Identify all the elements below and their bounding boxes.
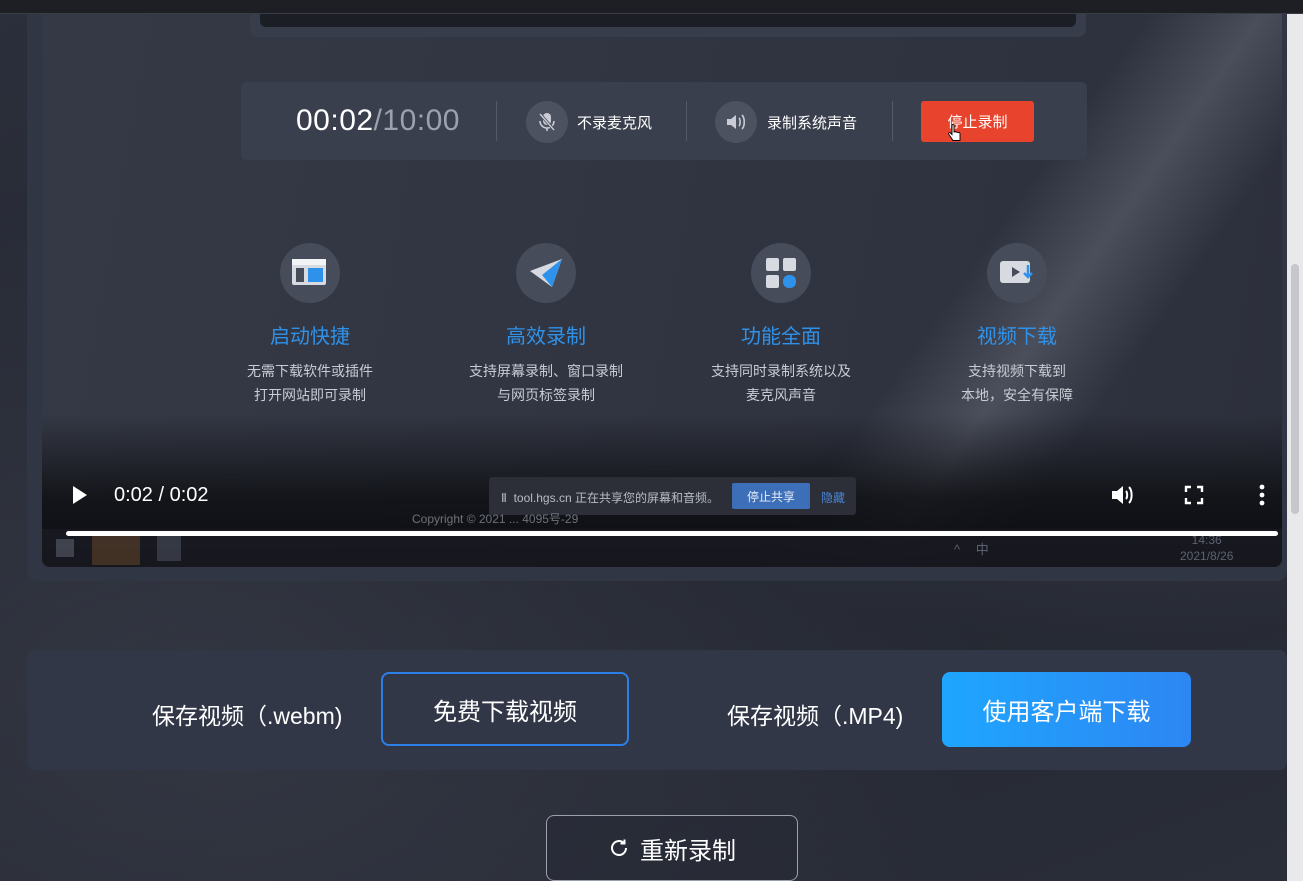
system-sound-label: 录制系统声音 — [767, 115, 858, 132]
hand-cursor-icon — [948, 124, 961, 141]
client-download-button[interactable]: 使用客户端下载 — [942, 672, 1191, 747]
grid-icon — [751, 243, 811, 303]
recorded-page-header — [250, 14, 1086, 37]
recording-toolbar: 00:02/10:00 不录麦克风 录制系统声音 停止录制 — [241, 82, 1087, 160]
recording-timer: 00:02/10:00 — [296, 104, 460, 138]
time-limit: /10:00 — [373, 104, 460, 137]
refresh-icon — [611, 839, 627, 856]
feature-title: 功能全面 — [741, 326, 821, 348]
feature-full-function: 功能全面 支持同时录制系统以及 麦克风声音 — [681, 243, 881, 407]
windows-start-icon — [56, 539, 74, 557]
feature-description: 支持视频下载到 本地，安全有保障 — [961, 363, 1073, 403]
save-mp4-label: 保存视频（.MP4) — [727, 703, 904, 729]
feature-title: 高效录制 — [506, 326, 586, 348]
feature-description: 无需下载软件或插件 打开网站即可录制 — [247, 363, 373, 403]
stop-recording-button[interactable]: 停止录制 — [921, 101, 1034, 142]
play-icon[interactable] — [70, 483, 90, 507]
divider — [892, 101, 893, 141]
feature-efficient-recording: 高效录制 支持屏幕录制、窗口录制 与网页标签录制 — [446, 243, 646, 407]
video-download-icon — [987, 243, 1047, 303]
feature-video-download: 视频下载 支持视频下载到 本地，安全有保障 — [917, 243, 1117, 407]
re-record-label: 重新录制 — [640, 837, 736, 865]
re-record-button[interactable]: 重新录制 — [546, 815, 798, 881]
free-download-button[interactable]: 免费下载视频 — [381, 672, 629, 746]
hide-link[interactable]: 隐藏 — [821, 489, 845, 506]
feature-description: 支持同时录制系统以及 麦克风声音 — [711, 363, 851, 403]
feature-title: 启动快捷 — [270, 326, 350, 348]
mic-label: 不录麦克风 — [577, 115, 653, 132]
divider — [496, 101, 497, 141]
taskbar-app-icon — [92, 531, 140, 565]
playback-progress-bar[interactable] — [66, 531, 1278, 536]
paper-plane-icon — [516, 243, 576, 303]
system-tray: ^ 中 — [954, 542, 995, 557]
feature-description: 支持屏幕录制、窗口录制 与网页标签录制 — [469, 363, 623, 403]
taskbar-app-icon — [157, 535, 181, 561]
stop-sharing-button[interactable]: 停止共享 — [732, 483, 810, 509]
save-panel: 保存视频（.webm) 免费下载视频 保存视频（.MP4) 使用客户端下载 — [27, 650, 1287, 770]
taskbar-clock: 14:36 2021/8/26 — [1180, 533, 1234, 563]
save-webm-label: 保存视频（.webm) — [152, 703, 343, 729]
mic-off-icon — [526, 101, 568, 143]
scrollbar-thumb[interactable] — [1291, 264, 1299, 514]
volume-icon[interactable] — [1110, 483, 1136, 507]
playback-time: 0:02 / 0:02 — [114, 484, 209, 506]
copyright-text: Copyright © 2021 ... 4095号-29 — [412, 512, 579, 526]
speaker-icon — [715, 101, 757, 143]
divider — [686, 101, 687, 141]
feature-quick-start: 启动快捷 无需下载软件或插件 打开网站即可录制 — [210, 243, 410, 407]
feature-title: 视频下载 — [977, 326, 1057, 348]
browser-top-strip — [0, 0, 1303, 14]
elapsed-time: 00:02 — [296, 104, 374, 137]
fullscreen-icon[interactable] — [1184, 485, 1204, 505]
share-notice-text: Ⅱ tool.hgs.cn 正在共享您的屏幕和音频。 — [501, 491, 719, 505]
layout-icon — [280, 243, 340, 303]
more-options-icon[interactable] — [1258, 483, 1266, 507]
scrollbar[interactable] — [1287, 14, 1303, 881]
video-player[interactable]: 00:02/10:00 不录麦克风 录制系统声音 停止录制 启动快捷 无需下载软… — [42, 14, 1282, 567]
